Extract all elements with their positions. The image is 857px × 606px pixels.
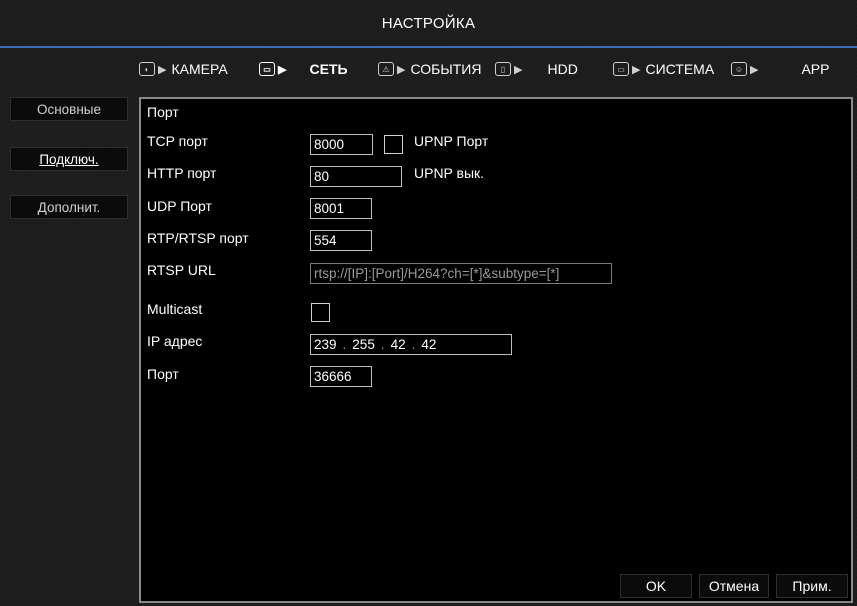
ok-button[interactable]: OK	[620, 574, 692, 598]
http-port-input[interactable]: 80	[310, 166, 402, 187]
upnp-port-label: UPNP Порт	[414, 133, 489, 149]
udp-port-input[interactable]: 8001	[310, 198, 372, 219]
tab-events[interactable]: ⚠ ▶ СОБЫТИЯ	[378, 58, 481, 80]
tab-camera[interactable]: ◐ ▶ КАМЕРА	[139, 58, 228, 80]
ip-octet-1: 239	[314, 337, 337, 352]
tab-hdd[interactable]: ▯ ▶ HDD	[495, 58, 578, 80]
arrow-right-icon: ▶	[514, 63, 523, 76]
sidebar-item-label: Основные	[36, 101, 102, 117]
arrow-right-icon: ▶	[750, 63, 759, 76]
multicast-label: Multicast	[147, 301, 203, 317]
ip-dot: .	[342, 337, 347, 352]
tab-app[interactable]: ☺ ▶ APP	[731, 58, 829, 80]
sidebar-item-general[interactable]: Основные	[10, 97, 128, 121]
camera-icon: ◐	[139, 62, 155, 76]
monitor-icon: ▭	[613, 62, 629, 76]
http-port-label: HTTP порт	[147, 165, 217, 181]
settings-tabs: ◐ ▶ КАМЕРА ▭ ▶ СЕТЬ ⚠ ▶ СОБЫТИЯ ▯ ▶ HDD …	[0, 48, 857, 90]
ip-octet-2: 255	[352, 337, 375, 352]
tab-app-label: APP	[801, 61, 830, 77]
rtsp-url-field: rtsp://[IP]:[Port]/H264?ch=[*]&subtype=[…	[310, 263, 612, 284]
tab-system[interactable]: ▭ ▶ СИСТЕМА	[613, 58, 714, 80]
multicast-checkbox[interactable]	[311, 303, 330, 322]
ip-address-label: IP адрес	[147, 333, 203, 349]
tab-network-label: СЕТЬ	[309, 61, 348, 77]
arrow-right-icon: ▶	[632, 63, 641, 76]
tcp-port-label: TCP порт	[147, 133, 208, 149]
window-title-bar: НАСТРОЙКА	[0, 0, 857, 48]
arrow-right-icon: ▶	[158, 63, 167, 76]
sidebar-item-connection[interactable]: Подключ.	[10, 147, 128, 171]
upnp-status-label: UPNP вык.	[414, 165, 485, 181]
rtsp-url-label: RTSP URL	[147, 262, 216, 278]
udp-port-label: UDP Порт	[147, 198, 212, 214]
section-title: Порт	[147, 104, 179, 120]
multicast-port-input[interactable]: 36666	[310, 366, 372, 387]
tab-hdd-label: HDD	[547, 61, 578, 77]
tab-camera-label: КАМЕРА	[171, 61, 228, 77]
alarm-icon: ⚠	[378, 62, 394, 76]
tab-system-label: СИСТЕМА	[645, 61, 715, 77]
rtsp-port-input[interactable]: 554	[310, 230, 372, 251]
tcp-port-input[interactable]: 8000	[310, 134, 373, 155]
cancel-button[interactable]: Отмена	[699, 574, 769, 598]
ip-dot: .	[411, 337, 416, 352]
ip-dot: .	[380, 337, 385, 352]
settings-panel: Порт TCP порт 8000 UPNP Порт HTTP порт 8…	[139, 97, 853, 603]
sidebar-item-label: Дополнит.	[37, 199, 101, 215]
apply-button[interactable]: Прим.	[776, 574, 848, 598]
window-title: НАСТРОЙКА	[381, 14, 476, 32]
arrow-right-icon: ▶	[397, 63, 406, 76]
arrow-right-icon: ▶	[278, 63, 287, 76]
ip-address-input[interactable]: 239 . 255 . 42 . 42	[310, 334, 512, 355]
tab-events-label: СОБЫТИЯ	[410, 61, 482, 77]
network-icon: ▭	[259, 62, 275, 76]
sidebar-item-label: Подключ.	[39, 151, 99, 167]
tab-network[interactable]: ▭ ▶ СЕТЬ	[259, 58, 348, 80]
rtsp-port-label: RTP/RTSP порт	[147, 230, 249, 246]
upnp-port-checkbox[interactable]	[384, 135, 403, 154]
ip-octet-4: 42	[421, 337, 437, 352]
sidebar-item-advanced[interactable]: Дополнит.	[10, 195, 128, 219]
app-icon: ☺	[731, 62, 747, 76]
ip-octet-3: 42	[390, 337, 406, 352]
storage-icon: ▯	[495, 62, 511, 76]
multicast-port-label: Порт	[147, 366, 179, 382]
